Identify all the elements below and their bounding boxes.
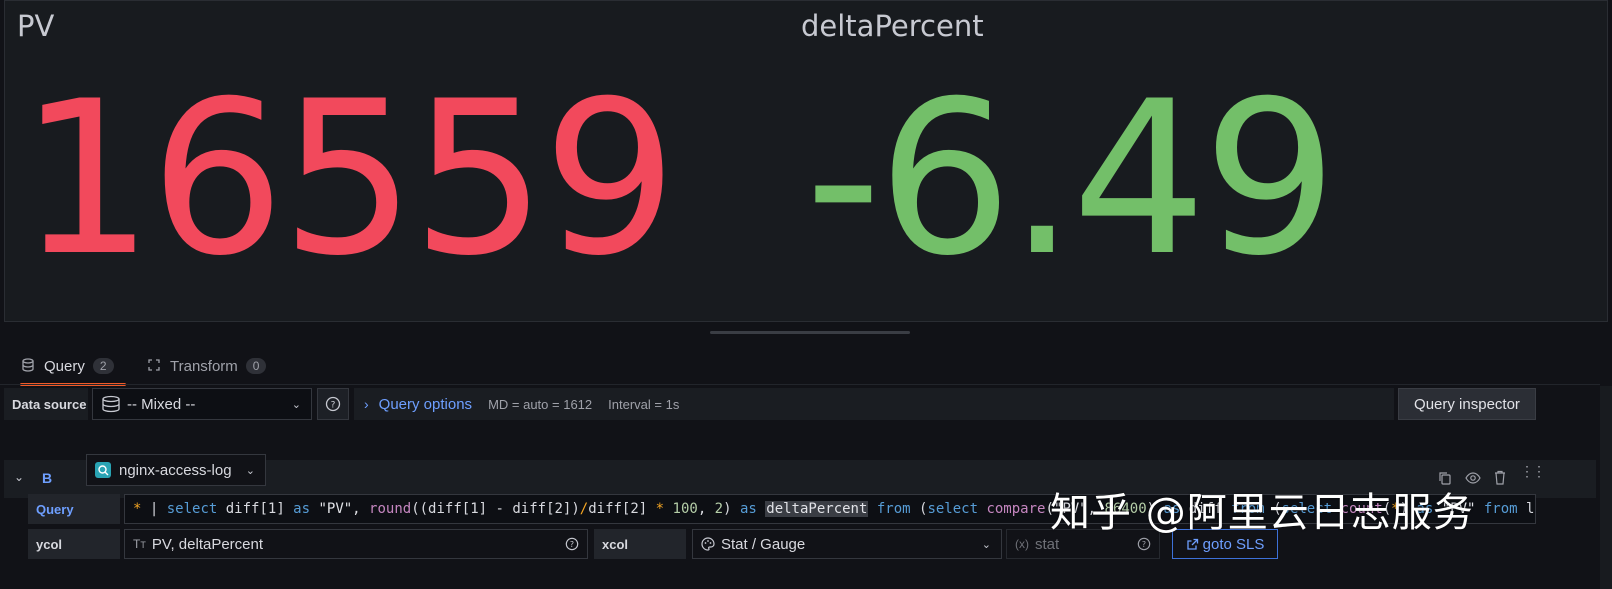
tab-query-count: 2 [92,358,114,374]
delete-query-icon[interactable] [1493,470,1507,485]
datasource-label: Data source [4,388,88,420]
database-icon [20,358,36,374]
tab-query[interactable]: Query 2 [20,348,126,386]
stat-panel: PV deltaPercent 16559 -6.49 [4,0,1608,322]
help-circle-icon[interactable]: ? [1137,537,1151,551]
chevron-down-icon: ⌄ [291,398,301,411]
tab-query-label: Query [44,357,85,375]
query-options-toggle[interactable]: Query options [379,396,472,413]
svg-text:?: ? [1142,540,1146,549]
datasource-value: -- Mixed -- [127,395,196,413]
svg-text:?: ? [331,401,336,411]
sls-datasource-icon [95,462,111,478]
tab-transform[interactable]: Transform 0 [146,348,267,384]
stat-title-delta: deltaPercent [801,9,984,43]
external-link-icon [1186,538,1199,551]
database-stack-icon [101,395,121,413]
datasource-help-button[interactable]: ? [317,388,349,420]
tab-transform-count: 0 [245,358,267,374]
xcol-value: Stat / Gauge [721,535,806,553]
md-info: MD = auto = 1612 [488,396,593,412]
text-type-icon: TT [133,537,146,551]
query-ref-id[interactable]: B [42,470,52,486]
xcol-label: xcol [594,529,686,559]
scrollbar[interactable] [1600,386,1612,589]
drag-handle-icon[interactable]: ⋮⋮ [1520,464,1546,478]
variable-icon: (x) [1015,537,1029,551]
goto-sls-label: goto SLS [1202,535,1265,553]
panel-resize-handle[interactable] [710,331,910,334]
datasource-select[interactable]: -- Mixed -- ⌄ [92,388,312,420]
interval-info: Interval = 1s [608,396,680,412]
watermark: 知乎 @阿里云日志服务 [1050,490,1474,536]
query-options-bar: › Query options MD = auto = 1612 Interva… [354,388,1394,420]
transform-icon [146,358,162,374]
stat-value-delta: -6.49 [805,55,1338,302]
chevron-right-icon: › [364,396,369,412]
stat-value-pv: 16559 [19,55,677,302]
tab-transform-label: Transform [170,357,238,375]
query-inspector-button[interactable]: Query inspector [1398,388,1536,420]
xcol-extra-placeholder: stat [1035,535,1060,553]
query-datasource-value: nginx-access-log [119,461,232,479]
query-field-label: Query [28,494,120,524]
collapse-chevron-icon[interactable]: ⌄ [14,470,24,484]
palette-icon [701,537,715,551]
tabs-divider [0,384,1600,385]
chevron-down-icon: ⌄ [245,464,255,477]
ycol-value: PV, deltaPercent [151,535,264,553]
help-circle-icon: ? [325,396,341,412]
chevron-down-icon: ⌄ [981,538,991,551]
stat-title-pv: PV [17,9,55,43]
ycol-label: ycol [28,529,120,559]
help-circle-icon[interactable]: ? [565,537,579,551]
editor-tabs: Query 2 Transform 0 [0,348,1612,386]
query-datasource-select[interactable]: nginx-access-log ⌄ [86,454,266,486]
xcol-select[interactable]: Stat / Gauge ⌄ [692,529,1002,559]
ycol-input[interactable]: TT PV, deltaPercent ? [124,529,588,559]
svg-text:?: ? [570,540,574,549]
